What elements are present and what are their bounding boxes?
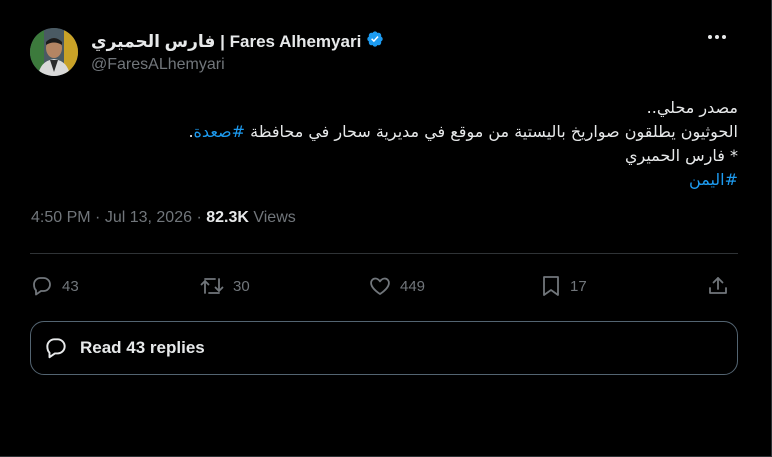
tweet-text: مصدر محلي.. الحوثيون يطلقون صواريخ باليس…: [38, 96, 738, 192]
hashtag-yemen[interactable]: #اليمن: [689, 170, 738, 189]
tweet-line-1: مصدر محلي..: [646, 98, 738, 117]
bookmark-count: 17: [570, 277, 587, 295]
reply-icon: [43, 335, 69, 361]
avatar[interactable]: [30, 28, 78, 76]
reply-count: 43: [62, 277, 79, 295]
tweet-line-2-text: الحوثيون يطلقون صواريخ باليستية من موقع …: [245, 122, 738, 141]
repost-icon: [200, 278, 224, 294]
meta-separator: ·: [90, 209, 105, 226]
share-button[interactable]: [706, 274, 730, 298]
author-handle[interactable]: @FaresALhemyari: [91, 56, 225, 74]
read-replies-button[interactable]: Read 43 replies: [30, 321, 738, 375]
heart-icon: [370, 277, 390, 295]
reply-button[interactable]: 43: [30, 274, 79, 298]
repost-count: 30: [233, 277, 250, 295]
bookmark-button[interactable]: 17: [540, 274, 587, 298]
reply-icon: [33, 277, 51, 296]
tweet-line-2: الحوثيون يطلقون صواريخ باليستية من موقع …: [38, 120, 738, 144]
tweet-date[interactable]: Jul 13, 2026: [105, 209, 192, 226]
author-name[interactable]: فارس الحميري | Fares Alhemyari: [91, 32, 361, 52]
share-icon: [709, 277, 727, 294]
tweet-meta: 4:50 PM · Jul 13, 2026 · 82.3K Views: [31, 209, 296, 227]
like-button[interactable]: 449: [368, 274, 425, 298]
meta-separator: ·: [192, 209, 207, 226]
read-replies-label: Read 43 replies: [80, 338, 205, 357]
repost-button[interactable]: 30: [199, 274, 250, 298]
hashtag-saada[interactable]: #صعدة: [194, 122, 246, 141]
tweet-line-3: * فارس الحميري: [624, 146, 738, 165]
author-row: فارس الحميري | Fares Alhemyari: [91, 30, 384, 53]
more-options-icon[interactable]: [703, 27, 731, 47]
views-label: Views: [248, 209, 296, 226]
verified-badge-icon: [366, 30, 384, 53]
action-bar: 43 30 449 17: [30, 274, 738, 300]
avatar-photo: [30, 28, 78, 76]
like-count: 449: [400, 277, 426, 295]
views-count: 82.3K: [206, 209, 249, 226]
divider: [30, 253, 738, 254]
tweet-time[interactable]: 4:50 PM: [31, 209, 91, 226]
bookmark-icon: [543, 276, 559, 296]
